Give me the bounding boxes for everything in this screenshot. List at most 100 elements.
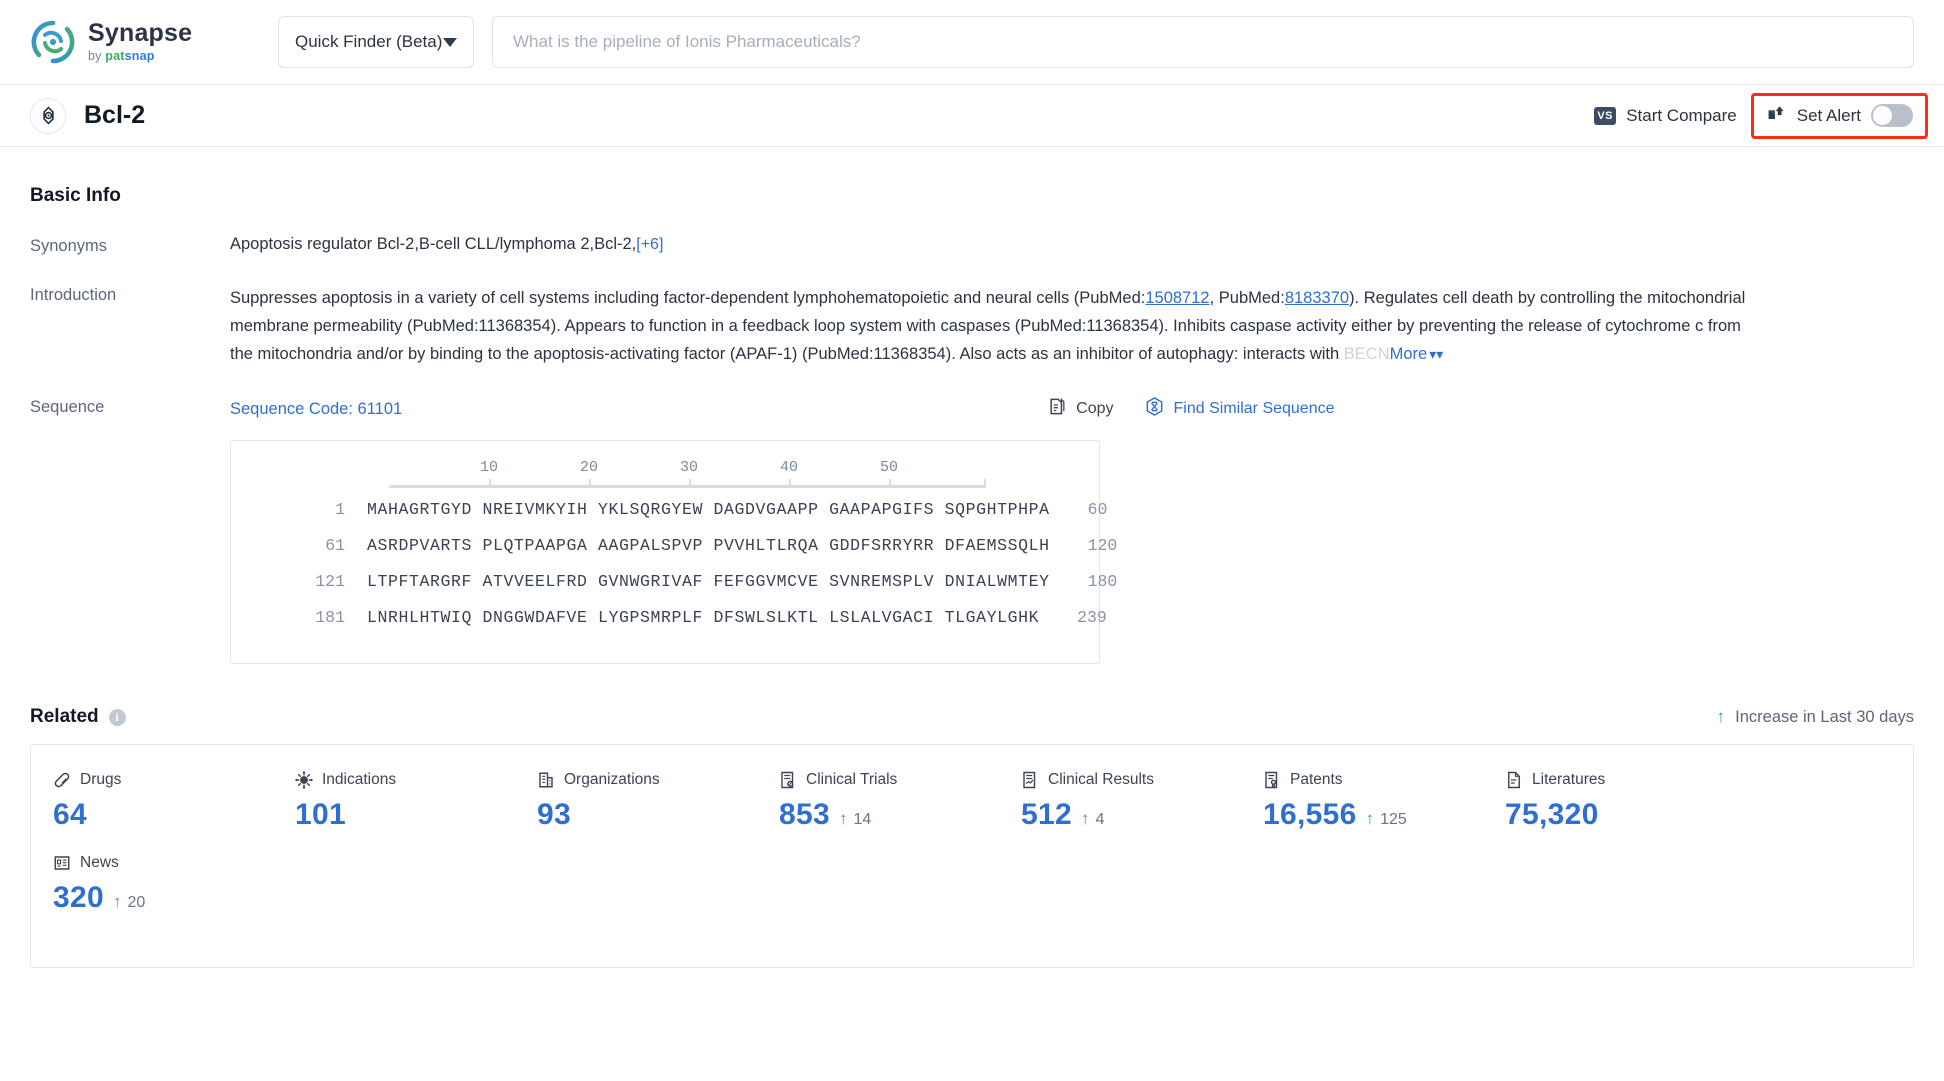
dna-hexagon-icon (1144, 396, 1165, 422)
set-alert-label: Set Alert (1796, 105, 1861, 125)
copy-sequence-button[interactable]: Copy (1048, 397, 1114, 421)
basic-info-title: Basic Info (30, 185, 121, 206)
stat-delta: ↑ 20 (113, 892, 145, 912)
quick-finder-label: Quick Finder (Beta) (295, 32, 443, 51)
arrow-up-icon: ↑ (1716, 707, 1726, 726)
sequence-residues: LTPFTARGRF ATVVEELFRD GVNWGRIVAF FEFGGVM… (367, 571, 1050, 591)
stat-indications[interactable]: Indications 101 (273, 771, 515, 832)
stat-clinical-trials[interactable]: Clinical Trials 853 ↑ 14 (757, 771, 999, 832)
synonyms-row: Synonyms Apoptosis regulator Bcl-2,B-cel… (30, 235, 1914, 256)
toggle-knob (1873, 106, 1892, 125)
brand-name: Synapse (88, 19, 193, 48)
synapse-swirl-logo-icon (30, 19, 76, 65)
stat-value: 320 (53, 881, 104, 914)
start-compare-button[interactable]: VS Start Compare (1580, 98, 1751, 134)
sequence-end-index: 239 (1077, 607, 1107, 627)
copy-icon (1048, 397, 1067, 421)
pubmed-link-1[interactable]: 1508712 (1145, 289, 1209, 307)
sequence-start-index: 181 (315, 607, 345, 627)
stat-label: Patents (1290, 771, 1343, 788)
search-input[interactable] (511, 31, 1895, 53)
stat-label: Drugs (80, 771, 122, 788)
start-compare-label: Start Compare (1626, 105, 1737, 125)
page-title: Bcl-2 (84, 101, 146, 129)
sequence-label: Sequence (30, 398, 105, 416)
sequence-line: 121 LTPFTARGRF ATVVEELFRD GVNWGRIVAF FEF… (231, 569, 1117, 593)
ruler-tick-20: 20 (579, 459, 599, 476)
introduction-more-button[interactable]: More ▾▾ (1390, 345, 1444, 363)
stat-value: 16,556 (1263, 798, 1357, 831)
quick-finder-dropdown[interactable]: Quick Finder (Beta) (278, 16, 474, 68)
virus-icon (295, 771, 313, 789)
stat-label: Clinical Trials (806, 771, 898, 788)
stat-news[interactable]: News 320 ↑ 20 (31, 854, 273, 915)
set-alert-control[interactable]: Set Alert (1750, 92, 1928, 139)
introduction-fade-tail: BECN (1343, 345, 1390, 363)
sequence-start-index: 61 (325, 535, 345, 555)
info-icon[interactable]: i (108, 708, 126, 726)
stat-organizations[interactable]: Organizations 93 (515, 771, 757, 832)
sequence-code-link[interactable]: Sequence Code: 61101 (230, 400, 402, 419)
stat-value: 101 (295, 798, 346, 831)
pill-icon (53, 771, 71, 789)
stat-value: 512 (1021, 798, 1072, 831)
entity-actions: VS Start Compare Set Alert (1580, 92, 1944, 139)
brand-tagline: by patsnap (88, 49, 155, 64)
stat-delta-value: 125 (1380, 811, 1407, 828)
sequence-end-index: 120 (1087, 535, 1118, 555)
chevron-double-down-icon: ▾▾ (1429, 346, 1444, 362)
arrow-up-icon: ↑ (838, 809, 848, 828)
news-icon (53, 854, 71, 872)
stat-delta-value: 4 (1095, 811, 1105, 828)
sequence-tools: Copy Find Similar Sequence (1048, 396, 1335, 422)
arrow-up-icon: ↑ (112, 892, 122, 911)
find-similar-sequence-button[interactable]: Find Similar Sequence (1144, 396, 1335, 422)
ruler-tick-50: 50 (879, 459, 899, 476)
increase-legend-label: Increase in Last 30 days (1735, 707, 1914, 726)
sequence-end-index: 180 (1087, 571, 1118, 591)
stat-delta-value: 20 (127, 894, 146, 911)
clinical-trial-icon (779, 771, 797, 789)
sequence-ruler: 10 20 30 40 50 (389, 459, 989, 497)
stat-label: Indications (322, 771, 397, 788)
sequence-line: 1 MAHAGRTGYD NREIVMKYIH YKLSQRGYEW DAGDV… (231, 497, 1107, 521)
stat-delta-value: 14 (853, 811, 872, 828)
pubmed-link-2[interactable]: 8183370 (1285, 289, 1349, 307)
sequence-line: 181 LNRHLHTWIQ DNGGWDAFVE LYGPSMRPLF DFS… (231, 605, 1107, 629)
ruler-tick-40: 40 (779, 459, 799, 476)
sequence-row: Sequence Sequence Code: 61101 Copy Find … (30, 396, 1914, 664)
sequence-residues: ASRDPVARTS PLQTPAAPGA AAGPALSPVP PVVHLTL… (367, 535, 1050, 555)
stat-clinical-results[interactable]: Clinical Results 512 ↑ 4 (999, 771, 1241, 832)
related-title: Related (30, 706, 99, 727)
top-navigation-bar: Synapse by patsnap Quick Finder (Beta) (0, 0, 1944, 85)
sequence-start-index: 121 (315, 571, 345, 591)
stat-value: 64 (53, 798, 87, 831)
main-content: Basic Info Synonyms Apoptosis regulator … (0, 185, 1944, 968)
sequence-rows: 1 MAHAGRTGYD NREIVMKYIH YKLSQRGYEW DAGDV… (231, 497, 1117, 629)
related-stats-card: Drugs 64 Indications 101 Organizations 9… (30, 744, 1914, 968)
introduction-row: Introduction Suppresses apoptosis in a v… (30, 284, 1914, 368)
stat-value: 93 (537, 798, 571, 831)
introduction-text: Suppresses apoptosis in a variety of cel… (230, 284, 1768, 368)
stat-literatures[interactable]: Literatures 75,320 (1483, 771, 1725, 832)
find-similar-label: Find Similar Sequence (1173, 400, 1335, 417)
stat-patents[interactable]: Patents 16,556 ↑ 125 (1241, 771, 1483, 832)
related-title-wrap: Related i (30, 706, 126, 728)
chevron-down-icon (443, 37, 457, 47)
stat-label: News (80, 854, 119, 871)
ruler-line (389, 485, 986, 488)
ruler-tick-30: 30 (679, 459, 699, 476)
stat-label: Organizations (564, 771, 660, 788)
literature-icon (1505, 771, 1523, 789)
set-alert-toggle[interactable] (1871, 104, 1913, 127)
stat-drugs[interactable]: Drugs 64 (31, 771, 273, 832)
search-bar[interactable] (492, 16, 1914, 68)
related-heading: Related i ↑ Increase in Last 30 days (30, 706, 1914, 728)
sequence-start-index: 1 (335, 499, 345, 519)
stat-label: Clinical Results (1048, 771, 1154, 788)
brand-logo[interactable]: Synapse by patsnap (30, 19, 230, 65)
stat-label: Literatures (1532, 771, 1606, 788)
synonyms-more-link[interactable]: [+6] (636, 236, 663, 253)
synonyms-label: Synonyms (30, 237, 108, 255)
introduction-part1: Suppresses apoptosis in a variety of cel… (230, 289, 1146, 307)
